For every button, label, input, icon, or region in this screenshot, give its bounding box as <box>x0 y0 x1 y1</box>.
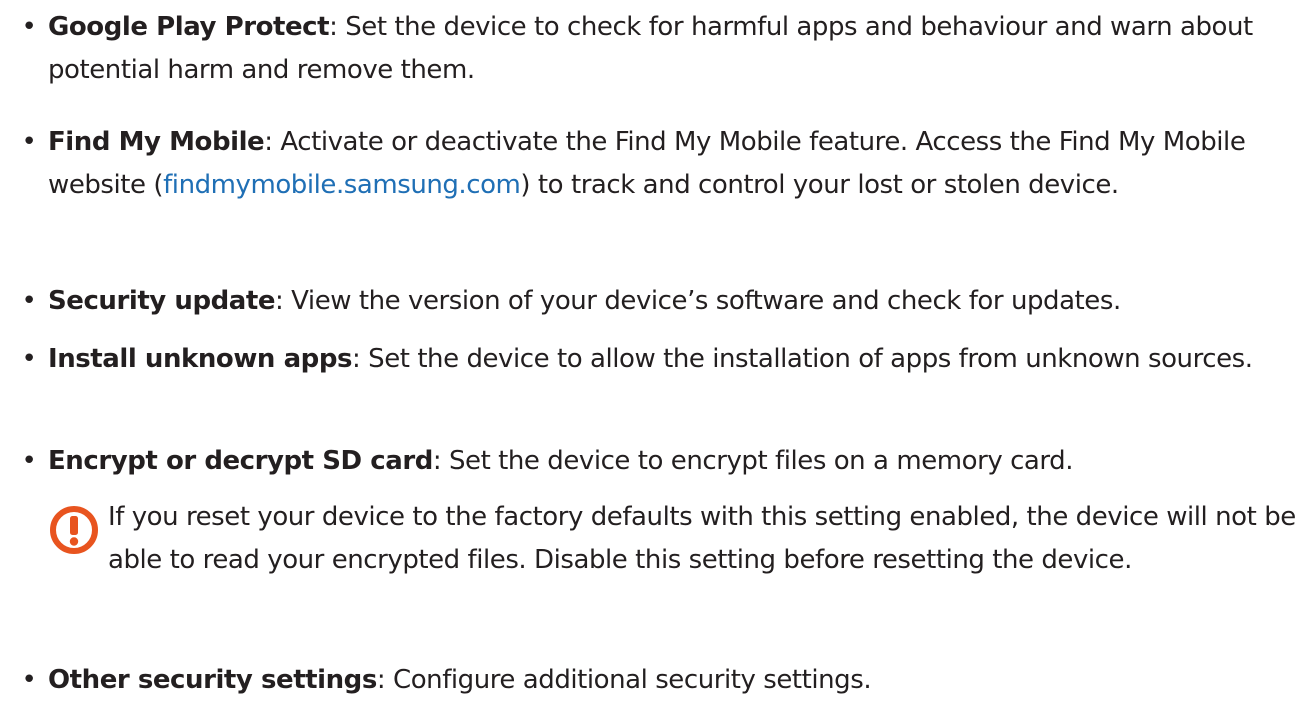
bullet: • <box>21 344 37 374</box>
bullet: • <box>21 127 37 157</box>
bullet: • <box>21 446 37 476</box>
item-term: Google Play Protect <box>48 12 330 42</box>
item-description: : Set the device to allow the installati… <box>352 344 1253 374</box>
bullet: • <box>21 286 37 316</box>
item-text: Security update: View the version of you… <box>48 280 1305 323</box>
caution-icon <box>48 504 100 556</box>
document-page: • Google Play Protect: Set the device to… <box>0 0 1309 713</box>
item-term: Other security settings <box>48 665 377 695</box>
item-term: Find My Mobile <box>48 127 265 157</box>
item-description-end: ) to track and control your lost or stol… <box>520 170 1119 200</box>
caution-note: If you reset your device to the factory … <box>108 502 1296 575</box>
item-description: : View the version of your device’s soft… <box>275 286 1121 316</box>
item-term: Security update <box>48 286 276 316</box>
item-text: Install unknown apps: Set the device to … <box>48 338 1305 381</box>
findmymobile-link[interactable]: findmymobile.samsung.com <box>163 170 521 200</box>
bullet: • <box>21 12 37 42</box>
item-description: : Configure additional security settings… <box>376 665 872 695</box>
item-text: Find My Mobile: Activate or deactivate t… <box>48 121 1305 207</box>
item-text: Other security settings: Configure addit… <box>48 659 1305 702</box>
item-term: Encrypt or decrypt SD card <box>48 446 433 476</box>
item-description: : Set the device to encrypt files on a m… <box>432 446 1074 476</box>
item-text: Google Play Protect: Set the device to c… <box>48 6 1305 92</box>
item-text: Encrypt or decrypt SD card: Set the devi… <box>48 440 1305 483</box>
item-term: Install unknown apps <box>48 344 353 374</box>
bullet: • <box>21 665 37 695</box>
